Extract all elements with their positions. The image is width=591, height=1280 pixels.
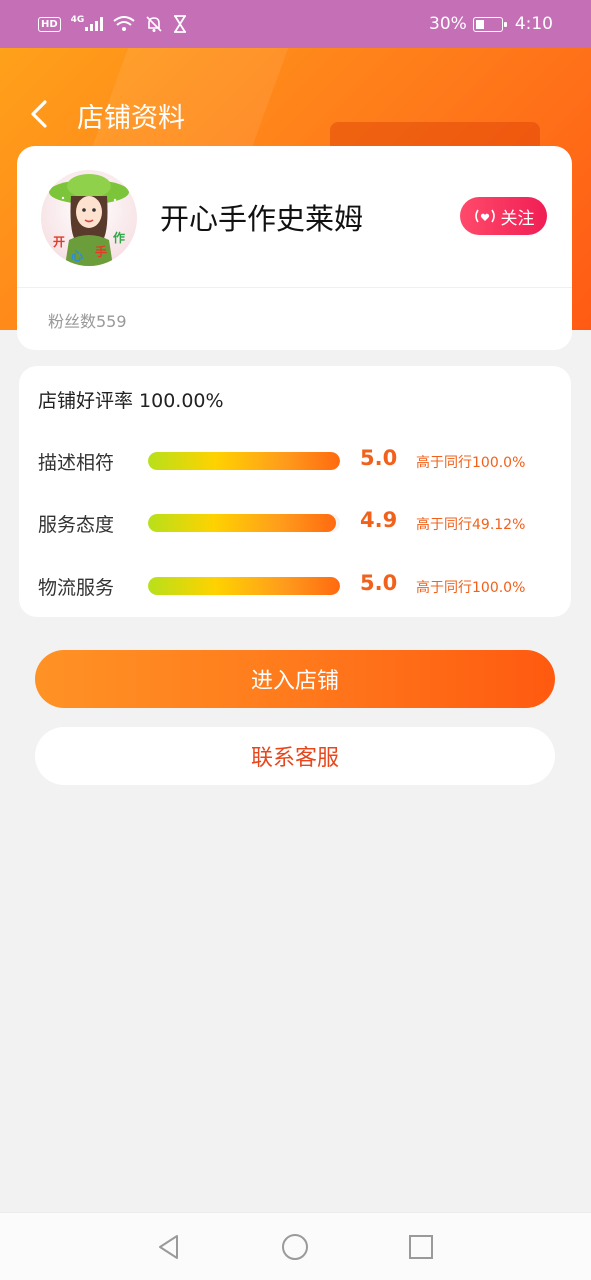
network-type: 4G: [70, 15, 85, 25]
avatar-illustration: 开 心 手 作: [49, 174, 129, 266]
wifi-icon: [113, 16, 135, 31]
rating-row-service: 服务态度 4.9 高于同行49.12%: [38, 508, 558, 538]
clock: 4:10: [514, 14, 553, 34]
follow-label: 关注: [500, 208, 535, 229]
rating-bar: [148, 577, 340, 595]
good-rate: 店铺好评率 100.00%: [38, 390, 224, 412]
rating-compare: 高于同行100.0%: [416, 455, 526, 471]
rating-score: 5.0: [360, 446, 398, 470]
rating-row-description: 描述相符 5.0 高于同行100.0%: [38, 446, 558, 476]
rating-compare: 高于同行49.12%: [416, 517, 526, 533]
avatar-text-1: 开: [53, 235, 65, 249]
rating-card: 店铺好评率 100.00% 描述相符 5.0 高于同行100.0% 服务态度 4…: [19, 366, 571, 617]
avatar-text-2: 心: [71, 249, 83, 263]
rating-compare: 高于同行100.0%: [416, 580, 526, 596]
rating-score: 5.0: [360, 571, 398, 595]
fans-count: 粉丝数559: [48, 312, 127, 331]
rating-label: 描述相符: [38, 452, 115, 474]
battery-icon: [472, 16, 507, 32]
rating-row-logistics: 物流服务 5.0 高于同行100.0%: [38, 571, 558, 601]
nav-recents-icon[interactable]: [407, 1233, 435, 1261]
hd-icon: HD: [38, 16, 61, 32]
rating-bar: [148, 514, 340, 532]
nav-back-icon[interactable]: [155, 1233, 183, 1261]
contact-service-button[interactable]: 联系客服: [35, 727, 555, 785]
avatar-text-4: 作: [113, 230, 125, 245]
system-nav-bar: [0, 1212, 591, 1280]
rating-label: 服务态度: [38, 514, 115, 536]
shop-info-card: 开 心 手 作 开心手作史莱姆 关注 粉丝数559: [17, 146, 572, 350]
signal-icon: 4G: [70, 15, 104, 31]
shop-name: 开心手作史莱姆: [160, 202, 364, 236]
mute-bell-icon: [146, 16, 162, 32]
rating-label: 物流服务: [38, 577, 115, 599]
rating-bar: [148, 452, 340, 470]
back-button[interactable]: [24, 94, 54, 134]
page-title: 店铺资料: [77, 103, 185, 134]
shop-avatar[interactable]: 开 心 手 作: [41, 170, 137, 266]
status-icons-left: HD 4G: [38, 15, 187, 33]
battery-percent: 30%: [429, 14, 467, 34]
card-divider: [17, 287, 572, 288]
rating-score: 4.9: [360, 508, 398, 532]
hourglass-icon: [174, 15, 187, 33]
status-bar: HD 4G 30% 4:10: [0, 0, 591, 48]
broadcast-heart-icon: [474, 209, 495, 223]
back-arrow-icon: [31, 100, 47, 128]
follow-button[interactable]: 关注: [460, 197, 547, 235]
nav-home-icon[interactable]: [281, 1233, 309, 1261]
status-icons-right: 30% 4:10: [429, 14, 553, 34]
enter-shop-button[interactable]: 进入店铺: [35, 650, 555, 708]
avatar-text-3: 手: [95, 244, 107, 259]
